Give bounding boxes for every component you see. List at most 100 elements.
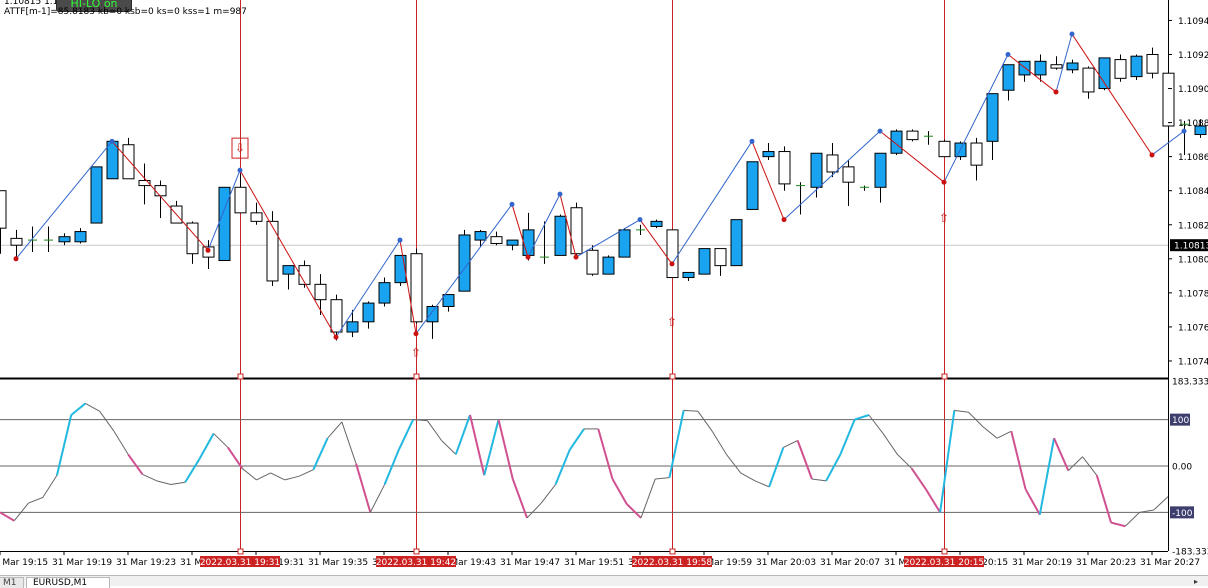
candle — [682, 271, 695, 281]
vertical-line-handle — [669, 373, 676, 380]
cci-segment — [142, 473, 157, 482]
cci-segment — [825, 453, 842, 482]
candle — [924, 131, 933, 145]
vertical-line-handle — [237, 548, 244, 555]
time-label: 31 Mar 19:15 — [0, 558, 48, 568]
cci-segment — [497, 419, 514, 480]
cci-segment — [768, 447, 785, 488]
cci-segment — [341, 421, 357, 464]
candle — [394, 254, 407, 287]
zigzag-pivot — [877, 128, 883, 134]
candle-body — [266, 220, 279, 282]
candle-body — [90, 166, 103, 224]
price-tick-label: 1.10845 — [1178, 187, 1208, 197]
cci-segment — [441, 440, 457, 455]
cci-segment — [868, 414, 884, 434]
time-label: 31 Mar 20:19 — [1012, 558, 1072, 568]
cci-segment — [754, 480, 770, 488]
cci-segment — [1110, 521, 1126, 528]
candle-body — [666, 229, 679, 279]
cci-tick-label: 100 — [1172, 416, 1189, 426]
main-price-grid — [0, 0, 1169, 552]
candle — [74, 228, 87, 244]
cci-segment — [0, 511, 15, 522]
candle — [138, 163, 151, 205]
cci-segment — [854, 414, 870, 421]
candle — [636, 224, 645, 235]
tab-eurusd-m1[interactable]: EURUSD,M1 — [26, 577, 110, 588]
candle — [666, 229, 679, 279]
candle-body — [1114, 59, 1127, 79]
zigzag-pivot — [749, 138, 755, 144]
candle — [1098, 57, 1111, 91]
cci-segment — [483, 419, 500, 476]
cci-segment — [939, 410, 956, 513]
candle — [266, 211, 279, 287]
tab-previous[interactable]: M1 — [0, 577, 24, 588]
price-tick-label: 1.10945 — [1178, 17, 1208, 27]
candle-body — [426, 305, 439, 323]
cci-segment — [683, 409, 698, 412]
cci-segment — [256, 472, 271, 481]
candle — [522, 212, 535, 261]
vertical-line-handle — [941, 548, 948, 555]
vertical-line-handle — [941, 373, 948, 380]
zigzag-segment — [239, 170, 337, 338]
zigzag-pivot — [1149, 152, 1155, 158]
cci-tick-label: 0.00 — [1172, 463, 1192, 473]
cci-segment — [611, 478, 628, 505]
cci-segment — [383, 449, 400, 485]
vertical-marker-lines — [237, 0, 948, 555]
candle — [1034, 54, 1047, 82]
cci-segment — [312, 437, 329, 471]
cci-segment — [397, 419, 414, 451]
candle — [202, 240, 215, 270]
candle-body — [810, 152, 823, 188]
candle-body — [1162, 72, 1175, 127]
time-label: 31 Mar 20:27 — [1140, 558, 1200, 568]
cci-segment — [156, 480, 172, 486]
candle — [0, 190, 7, 254]
cci-segment — [426, 420, 442, 441]
candle — [1146, 47, 1159, 79]
cci-segment — [626, 503, 642, 519]
cci-segment — [839, 419, 856, 455]
candle-body — [778, 151, 791, 185]
cci-segment — [910, 467, 927, 490]
cci-segment — [198, 433, 215, 460]
zigzag-segment — [111, 140, 209, 251]
cci-segment — [811, 478, 827, 482]
candle-body — [314, 283, 327, 301]
chart-canvas[interactable]: ⇩ ⇧ ⇧ ⇧ 1.10945 1.10925 1.10905 1.10885 1.10865… — [0, 0, 1208, 585]
candle — [314, 274, 327, 315]
cci-segment — [270, 472, 286, 481]
candle — [796, 182, 805, 215]
cci-segment — [298, 469, 314, 477]
cci-panel: 183.333 100 0.00 -100 -183.333 — [0, 378, 1208, 558]
candle — [778, 146, 791, 191]
zigzag-pivot — [1181, 128, 1187, 134]
candle-body — [1146, 53, 1159, 74]
cci-segment — [726, 454, 742, 474]
candle-body — [122, 144, 135, 180]
price-tick-label: 1.10765 — [1178, 323, 1208, 333]
candle — [1002, 64, 1015, 101]
cci-segment — [526, 502, 542, 519]
cci-segment — [597, 428, 614, 480]
cci-segment — [996, 430, 1012, 439]
price-tick-label: 1.10805 — [1178, 255, 1208, 265]
cci-segment — [1010, 430, 1027, 490]
scroll-right-icon[interactable]: ▸ — [1190, 577, 1202, 587]
time-highlight-label: 2022.03.31 20:15 — [904, 558, 984, 568]
time-label: 31 Mar 20:23 — [1076, 558, 1136, 568]
candle — [730, 219, 743, 267]
cci-segment — [170, 481, 186, 486]
zigzag-segment — [1071, 33, 1153, 156]
zigzag-pivot — [1069, 31, 1075, 37]
cci-segment — [655, 477, 670, 480]
candle — [602, 255, 615, 275]
zigzag-pivot — [557, 191, 563, 197]
candle — [1114, 54, 1127, 82]
candle — [44, 226, 53, 252]
cci-segment — [711, 430, 727, 455]
